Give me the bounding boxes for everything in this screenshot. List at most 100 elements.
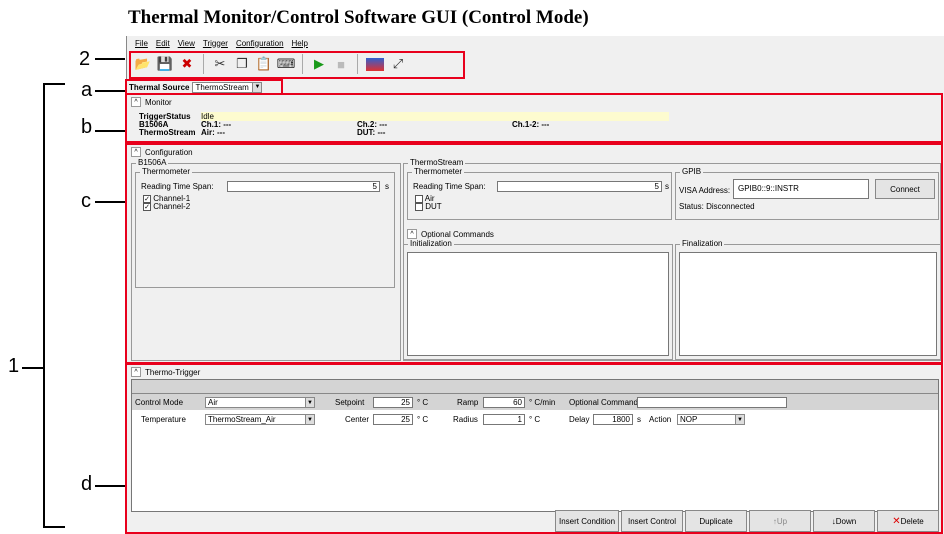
radius-unit: ° C [529,415,541,424]
optional-command-input[interactable] [637,397,787,408]
ts-span-input[interactable]: 5 [497,181,662,192]
visa-input[interactable]: GPIB0::9::INSTR [733,179,869,199]
cut-icon[interactable]: ✂ [212,56,228,72]
ramp-label: Ramp [457,398,479,407]
air-readout: Air: --- [201,128,225,137]
callout-c-line [95,201,125,203]
duplicate-button[interactable]: Duplicate [685,510,747,532]
span-input[interactable]: 5 [227,181,380,192]
optional-command-label: Optional Command [569,398,638,407]
callout-d: d [81,473,93,495]
callout-1-line [22,367,44,369]
menu-configuration[interactable]: Configuration [236,39,284,48]
open-icon[interactable]: 📂 [135,56,151,72]
finalization-label: Finalization [680,239,725,248]
temperature-value: ThermoStream_Air [208,415,276,424]
delete-button[interactable]: ✕ Delete [877,510,939,532]
bracket-1 [43,83,45,528]
action-select[interactable]: NOP ▼ [677,414,745,425]
delete-label: Delete [900,516,924,526]
span-unit: s [385,182,389,191]
paste-icon[interactable]: 📋 [256,56,272,72]
temperature-label: Temperature [141,415,186,424]
chevron-down-icon: ▼ [252,82,262,92]
insert-condition-button[interactable]: Insert Condition [555,510,619,532]
callout-a-line [95,90,125,92]
checkbox-icon [415,202,423,211]
chevron-down-icon: ▼ [305,415,314,424]
chevron-down-icon: ▼ [305,398,314,407]
toolbar-separator [357,54,358,74]
ramp-unit: ° C/min [529,398,556,407]
initialization-textarea[interactable] [407,252,669,356]
chevron-up-icon: ^ [407,229,417,239]
dut-checkbox[interactable]: DUT [415,202,442,211]
thermal-source-value: ThermoStream [195,82,249,92]
callout-b: b [81,116,93,138]
up-label: Up [776,516,788,526]
copy-icon[interactable]: ❐ [234,56,250,72]
finalization-textarea[interactable] [679,252,937,356]
optional-commands-label: Optional Commands [421,229,494,239]
menu-help[interactable]: Help [292,39,308,48]
delay-unit: s [637,415,641,424]
insert-control-button[interactable]: Insert Control [621,510,683,532]
action-label: Action [649,415,672,424]
delay-input[interactable]: 1800 [593,414,633,425]
gpib-group-label: GPIB [680,167,704,176]
thermostream-label: ThermoStream [139,128,196,137]
trigger-table-header [132,380,938,394]
delay-label: Delay [569,415,590,424]
center-unit: ° C [417,415,429,424]
channel2-checkbox[interactable]: ✓ Channel-2 [143,202,190,211]
down-button[interactable]: ↓ Down [813,510,875,532]
keyboard-icon[interactable]: ⌨ [277,56,296,72]
callout-b-line [95,130,125,132]
menu-bar: File Edit View Trigger Configuration Hel… [127,36,944,50]
action-value: NOP [680,415,698,424]
toolbar-separator [302,54,303,74]
save-icon[interactable]: 💾 [157,56,173,72]
bracket-1-top [43,83,65,85]
thermostream-group-label: ThermoStream [408,158,466,167]
bracket-1-bottom [43,526,65,528]
trigger-status-bar [201,112,669,121]
temperature-select[interactable]: ThermoStream_Air ▼ [205,414,315,425]
center-input[interactable]: 25 [373,414,413,425]
radius-label: Radius [453,415,478,424]
stop-icon[interactable]: ■ [333,56,349,72]
menu-file[interactable]: File [135,39,148,48]
connect-button[interactable]: Connect [875,179,935,199]
toolbar-separator [203,54,204,74]
thermal-source-row: Thermal Source ThermoStream ▼ [127,80,263,94]
setpoint-input[interactable]: 25 [373,397,413,408]
setpoint-label: Setpoint [335,398,365,407]
monitor-icon[interactable] [366,57,384,71]
run-icon[interactable]: ▶ [311,56,327,72]
up-button[interactable]: ↑ Up [749,510,811,532]
ts-span-unit: s [665,182,669,191]
channel2-label: Channel-2 [153,202,191,211]
expand-icon[interactable]: ⤢ [390,56,406,72]
down-label: Down [835,516,857,526]
thermal-source-label: Thermal Source [129,82,190,92]
control-mode-value: Air [208,398,218,407]
b1506a-group-label: B1506A [136,158,169,167]
control-mode-select[interactable]: Air ▼ [205,397,315,408]
app-window: File Edit View Trigger Configuration Hel… [125,36,944,534]
delete-file-icon[interactable]: ✖ [179,56,195,72]
checkbox-checked-icon: ✓ [143,202,151,211]
ch12-readout: Ch.1-2: --- [512,120,550,129]
radius-input[interactable]: 1 [483,414,525,425]
callout-2: 2 [79,48,91,70]
thermometer-group-label: Thermometer [140,167,193,176]
delete-x-icon: ✕ [892,515,901,527]
connection-status: Status: Disconnected [679,202,755,211]
menu-trigger[interactable]: Trigger [203,39,228,48]
toolbar: 📂 💾 ✖ ✂ ❐ 📋 ⌨ ▶ ■ ⤢ [127,50,944,78]
ramp-input[interactable]: 60 [483,397,525,408]
menu-edit[interactable]: Edit [156,39,170,48]
callout-d-line [95,485,125,487]
thermal-source-select[interactable]: ThermoStream ▼ [192,81,263,93]
menu-view[interactable]: View [178,39,195,48]
